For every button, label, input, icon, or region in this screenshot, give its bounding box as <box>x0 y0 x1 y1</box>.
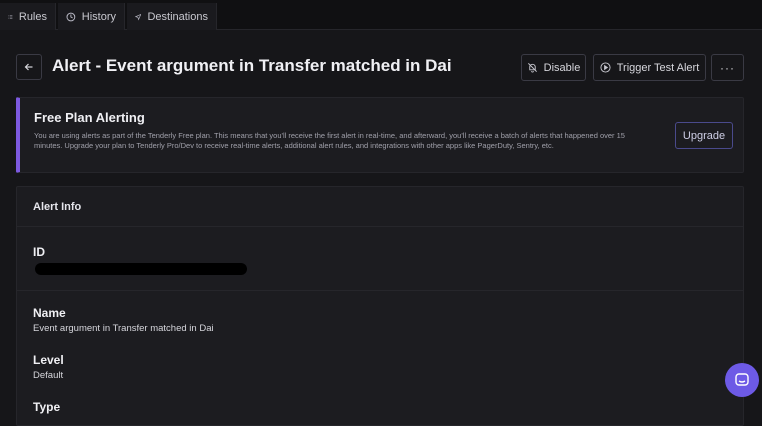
redacted-id-value <box>35 263 247 275</box>
send-icon <box>135 13 142 21</box>
name-label: Name <box>33 306 66 320</box>
bell-off-icon <box>527 63 537 73</box>
chat-widget-button[interactable] <box>725 363 759 397</box>
tab-bar: Rules History Destinations <box>0 0 762 30</box>
free-plan-banner: Free Plan Alerting You are using alerts … <box>16 97 744 173</box>
chat-icon <box>735 373 749 386</box>
level-label: Level <box>33 353 64 367</box>
disable-button-label: Disable <box>543 61 581 74</box>
upgrade-button[interactable]: Upgrade <box>675 122 733 149</box>
page-title: Alert - Event argument in Transfer match… <box>52 56 452 75</box>
tab-destinations-label: Destinations <box>147 10 208 23</box>
alert-info-title: Alert Info <box>33 201 82 213</box>
tab-history[interactable]: History <box>58 3 125 30</box>
tab-rules-label: Rules <box>18 10 47 23</box>
trigger-test-alert-button[interactable]: Trigger Test Alert <box>593 54 706 81</box>
banner-text: You are using alerts as part of the Tend… <box>34 131 625 150</box>
more-options-icon: ··· <box>720 60 735 75</box>
alert-info-header: Alert Info <box>17 187 743 227</box>
play-circle-icon <box>600 62 611 73</box>
id-label: ID <box>33 245 45 259</box>
arrow-left-icon <box>24 63 33 71</box>
clock-icon <box>66 12 76 21</box>
id-section: ID <box>17 227 743 291</box>
more-options-button[interactable]: ··· <box>711 54 744 81</box>
disable-button[interactable]: Disable <box>521 54 586 81</box>
name-value: Event argument in Transfer matched in Da… <box>33 323 214 334</box>
list-icon <box>8 14 13 19</box>
tab-history-label: History <box>81 10 116 23</box>
level-value: Default <box>33 370 64 381</box>
back-button[interactable] <box>16 54 42 80</box>
tab-destinations[interactable]: Destinations <box>127 3 217 30</box>
alert-info-card: Alert Info ID Name Event argument in Tra… <box>16 186 744 426</box>
tab-rules[interactable]: Rules <box>0 3 56 30</box>
trigger-test-alert-label: Trigger Test Alert <box>616 61 700 74</box>
banner-title: Free Plan Alerting <box>34 110 145 125</box>
